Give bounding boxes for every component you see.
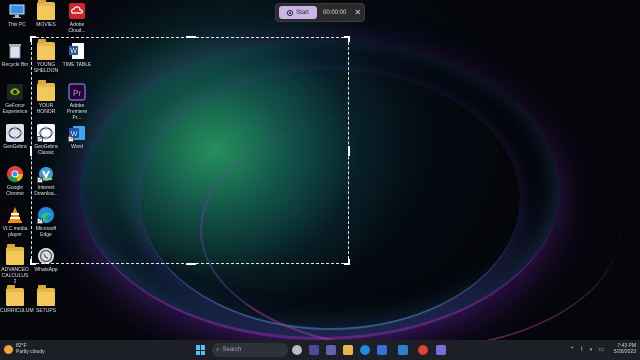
desktop-icon-label: WhatsApp xyxy=(34,267,58,273)
record-icon xyxy=(287,9,294,16)
snipping-tool-icon[interactable] xyxy=(436,345,446,355)
resize-handle-right[interactable] xyxy=(348,146,350,156)
partly-cloudy-icon xyxy=(4,344,13,354)
desktop-icon-geforce[interactable]: GeForce Experience xyxy=(0,83,30,115)
chrome-icon xyxy=(6,165,24,183)
search-icon: ⌕ xyxy=(216,346,220,353)
desktop-icon-vlc[interactable]: VLC media player xyxy=(0,206,30,238)
weather-widget[interactable]: 82°F Partly cloudy xyxy=(4,343,45,355)
resize-handle-top-right[interactable] xyxy=(344,36,350,42)
weather-description: Partly cloudy xyxy=(16,349,45,355)
desktop-icon-recycle-bin[interactable]: Recycle Bin xyxy=(0,42,30,68)
recycle-bin-icon xyxy=(6,42,24,60)
capture-selection-region[interactable] xyxy=(30,36,350,265)
edge-taskbar-icon[interactable] xyxy=(360,345,370,355)
folder-icon xyxy=(37,285,55,306)
start-button[interactable] xyxy=(196,345,206,355)
file-explorer-icon[interactable] xyxy=(343,345,353,355)
chrome-taskbar-icon[interactable] xyxy=(418,345,428,355)
desktop-icon-curriculum[interactable]: CURRICULUM xyxy=(0,285,34,314)
desktop-icon-label: GeForce Experience xyxy=(2,103,28,115)
screen-recorder-toolbar: Start 00:00:00 ✕ xyxy=(275,3,365,22)
geogebra-icon xyxy=(6,124,24,142)
start-recording-button[interactable]: Start xyxy=(279,6,317,19)
mail-icon[interactable] xyxy=(398,345,408,355)
desktop-icon-adobe-cloud[interactable]: Adobe Cloud... xyxy=(62,2,92,34)
store-icon[interactable] xyxy=(377,345,387,355)
desktop-icon-label: Recycle Bin xyxy=(1,62,29,68)
desktop-icon-this-pc[interactable]: This PC xyxy=(2,2,32,28)
adobe-creative-cloud-icon xyxy=(68,2,86,20)
monitor-icon xyxy=(8,2,26,20)
recording-timer: 00:00:00 xyxy=(323,9,347,16)
system-tray-icons[interactable]: ⌃ ⌇ ◖ ▭ xyxy=(570,346,606,353)
folder-icon xyxy=(37,0,55,20)
start-label: Start xyxy=(296,9,309,16)
desktop-icon-movies[interactable]: MOVIES xyxy=(31,0,61,28)
desktop-icon-label: Google Chrome xyxy=(6,185,24,197)
desktop-icon-setups[interactable]: SETUPS xyxy=(31,285,61,314)
teams-icon[interactable] xyxy=(326,345,336,355)
close-recorder-button[interactable]: ✕ xyxy=(354,8,361,17)
folder-icon xyxy=(6,244,24,265)
taskbar-search[interactable]: ⌕ Search xyxy=(212,343,288,357)
clock-date: 5/28/2023 xyxy=(613,349,636,355)
vlc-cone-icon xyxy=(6,206,24,224)
desktop-icon-label: CURRICULUM xyxy=(0,308,34,314)
resize-handle-left[interactable] xyxy=(30,146,32,156)
resize-handle-bottom[interactable] xyxy=(186,263,196,265)
desktop-icon-label: VLC media player xyxy=(2,226,28,238)
desktop-icon-label: This PC xyxy=(8,22,26,28)
resize-handle-top-left[interactable] xyxy=(30,36,36,42)
desktop-icon-advanced-calculus[interactable]: ADVANCED CALCULUS 2 xyxy=(0,244,30,285)
taskbar: 82°F Partly cloudy ⌕ Search ⌃ ⌇ ◖ ▭ 7:43… xyxy=(0,340,640,360)
task-view-icon[interactable] xyxy=(292,345,302,355)
resize-handle-bottom-left[interactable] xyxy=(30,259,36,265)
resize-handle-top[interactable] xyxy=(186,36,196,38)
desktop-icon-chrome[interactable]: Google Chrome xyxy=(0,165,30,197)
desktop-icon-geogebra[interactable]: GeoGebra xyxy=(0,124,30,150)
desktop-icon-label: Adobe Cloud... xyxy=(68,22,86,34)
widgets-icon[interactable] xyxy=(309,345,319,355)
desktop-icon-label: SETUPS xyxy=(35,308,56,314)
windows-logo-icon xyxy=(196,345,200,350)
nvidia-icon xyxy=(6,83,24,101)
desktop-icon-label: ADVANCED CALCULUS 2 xyxy=(1,267,29,285)
search-placeholder: Search xyxy=(222,347,242,353)
desktop-icon-label: MOVIES xyxy=(36,22,56,28)
resize-handle-bottom-right[interactable] xyxy=(344,259,350,265)
desktop-icon-label: GeoGebra xyxy=(3,144,27,150)
folder-icon xyxy=(6,285,24,306)
clock[interactable]: 7:43 PM 5/28/2023 xyxy=(614,343,636,355)
